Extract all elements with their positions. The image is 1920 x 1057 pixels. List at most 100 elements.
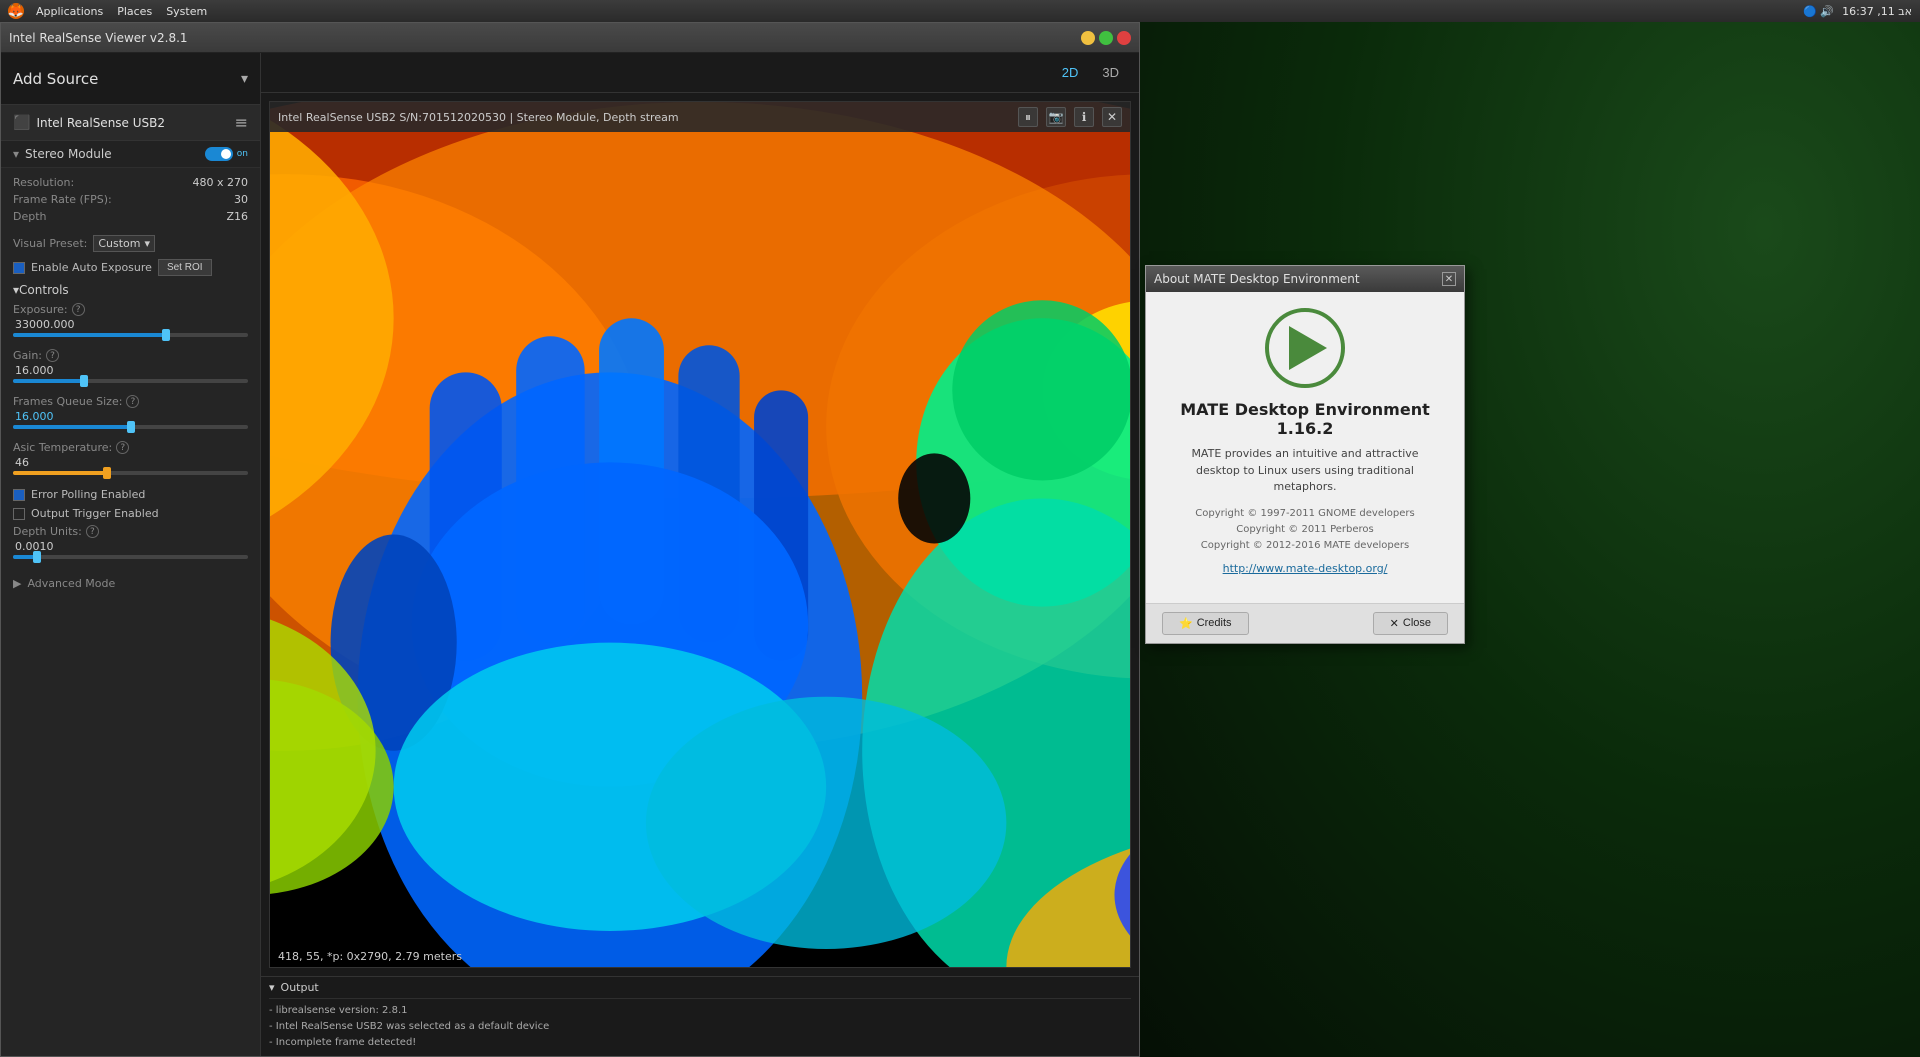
firefox-icon: 🦊	[8, 3, 24, 19]
exposure-thumb[interactable]	[162, 329, 170, 341]
exposure-help-button[interactable]: ?	[72, 303, 85, 316]
x-icon: ✕	[1390, 617, 1399, 630]
device-info: ⬛ Intel RealSense USB2	[13, 115, 165, 131]
stereo-toggle[interactable]	[205, 147, 233, 161]
chevron-down-icon: ▾	[241, 71, 248, 87]
stereo-properties: Resolution: 480 x 270 Frame Rate (FPS): …	[1, 168, 260, 231]
asic-temp-fill	[13, 471, 107, 475]
collapse-arrow-icon: ▾	[13, 147, 19, 161]
output-panel: ▾ Output - librealsense version: 2.8.1 -…	[261, 976, 1139, 1056]
3d-view-button[interactable]: 3D	[1094, 61, 1127, 84]
visual-preset-row: Visual Preset: Custom ▾	[1, 231, 260, 256]
output-header[interactable]: ▾ Output	[269, 977, 1131, 999]
about-dialog-titlebar: About MATE Desktop Environment ✕	[1146, 266, 1464, 292]
gain-slider[interactable]	[13, 379, 248, 383]
exposure-slider-group: Exposure: ? 33000.000	[1, 301, 260, 347]
copyright-line-3: Copyright © 2012-2016 MATE developers	[1162, 538, 1448, 554]
about-app-name: MATE Desktop Environment 1.16.2	[1162, 400, 1448, 438]
asic-temp-slider[interactable]	[13, 471, 248, 475]
frames-queue-label: Frames Queue Size:	[13, 395, 122, 408]
stereo-module-title-area: ▾ Stereo Module	[13, 147, 112, 161]
visual-preset-select[interactable]: Custom ▾	[93, 235, 155, 252]
minimize-button[interactable]	[1081, 31, 1095, 45]
asic-temp-help-button[interactable]: ?	[116, 441, 129, 454]
window-title: Intel RealSense Viewer v2.8.1	[9, 31, 188, 45]
close-dialog-label: Close	[1403, 617, 1431, 629]
gain-label: Gain:	[13, 349, 42, 362]
depth-units-help-button[interactable]: ?	[86, 525, 99, 538]
framerate-label: Frame Rate (FPS):	[13, 193, 112, 206]
close-dialog-button[interactable]: ✕ Close	[1373, 612, 1448, 635]
close-stream-button[interactable]: ✕	[1102, 107, 1122, 127]
asic-temp-label: Asic Temperature:	[13, 441, 112, 454]
about-dialog-title: About MATE Desktop Environment	[1154, 272, 1360, 286]
resolution-row: Resolution: 480 x 270	[13, 174, 248, 191]
output-line-2: - Intel RealSense USB2 was selected as a…	[269, 1019, 1131, 1035]
window-controls	[1081, 31, 1131, 45]
device-row: ⬛ Intel RealSense USB2 ≡	[1, 105, 260, 141]
visual-preset-label: Visual Preset:	[13, 237, 87, 250]
about-description: MATE provides an intuitive and attractiv…	[1162, 446, 1448, 496]
applications-menu[interactable]: Applications	[30, 3, 109, 20]
advanced-mode-row[interactable]: ▶ Advanced Mode	[1, 573, 260, 594]
output-lines: - librealsense version: 2.8.1 - Intel Re…	[269, 999, 1131, 1055]
device-menu-button[interactable]: ≡	[235, 113, 248, 132]
exposure-label: Exposure:	[13, 303, 68, 316]
viewer-area: 2D 3D Intel RealSense USB2 S/N:701512020…	[261, 53, 1139, 1056]
advanced-mode-label: Advanced Mode	[27, 577, 115, 590]
output-line-1: - librealsense version: 2.8.1	[269, 1003, 1131, 1019]
resolution-value: 480 x 270	[193, 176, 249, 189]
asic-temp-value: 46	[13, 456, 248, 469]
set-roi-button[interactable]: Set ROI	[158, 259, 212, 276]
places-menu[interactable]: Places	[111, 3, 158, 20]
about-copyright: Copyright © 1997-2011 GNOME developers C…	[1162, 506, 1448, 554]
close-button[interactable]	[1117, 31, 1131, 45]
output-label: Output	[281, 981, 319, 994]
frames-queue-label-row: Frames Queue Size: ?	[13, 395, 248, 408]
system-menu[interactable]: System	[160, 3, 213, 20]
stereo-module-header[interactable]: ▾ Stereo Module on	[1, 141, 260, 168]
mate-logo	[1265, 308, 1345, 388]
about-dialog-close-button[interactable]: ✕	[1442, 272, 1456, 286]
gain-thumb[interactable]	[80, 375, 88, 387]
info-button[interactable]: ℹ	[1074, 107, 1094, 127]
asic-temp-slider-group: Asic Temperature: ? 46	[1, 439, 260, 485]
gain-fill	[13, 379, 84, 383]
depth-units-thumb[interactable]	[33, 551, 41, 563]
depth-label: Depth	[13, 210, 47, 223]
error-polling-label: Error Polling Enabled	[31, 488, 145, 501]
frames-queue-thumb[interactable]	[127, 421, 135, 433]
framerate-row: Frame Rate (FPS): 30	[13, 191, 248, 208]
sidebar: Add Source ▾ ⬛ Intel RealSense USB2 ≡ ▾ …	[1, 53, 261, 1056]
exposure-slider[interactable]	[13, 333, 248, 337]
screenshot-button[interactable]: 📷	[1046, 107, 1066, 127]
auto-exposure-checkbox[interactable]	[13, 262, 25, 274]
maximize-button[interactable]	[1099, 31, 1113, 45]
credits-button[interactable]: ⭐ Credits	[1162, 612, 1249, 635]
error-polling-checkbox[interactable]	[13, 489, 25, 501]
taskbar-right: 🔵 🔊 16:37 ,11 אב	[1803, 5, 1912, 18]
add-source-header[interactable]: Add Source ▾	[1, 53, 260, 105]
main-window: Intel RealSense Viewer v2.8.1 Add Source…	[0, 22, 1140, 1057]
resolution-label: Resolution:	[13, 176, 74, 189]
asic-temp-thumb[interactable]	[103, 467, 111, 479]
controls-section: ▾ Controls Exposure: ? 33000.000	[1, 279, 260, 573]
cursor-position: 418, 55, *p: 0x2790, 2.79 meters	[278, 950, 462, 963]
depth-row: Depth Z16	[13, 208, 248, 225]
frames-queue-help-button[interactable]: ?	[126, 395, 139, 408]
about-website-link[interactable]: http://www.mate-desktop.org/	[1162, 562, 1448, 575]
controls-header[interactable]: ▾ Controls	[1, 279, 260, 301]
controls-label: Controls	[19, 283, 69, 297]
output-line-3: - Incomplete frame detected!	[269, 1035, 1131, 1051]
2d-view-button[interactable]: 2D	[1054, 61, 1087, 84]
gain-help-button[interactable]: ?	[46, 349, 59, 362]
depth-value: Z16	[226, 210, 248, 223]
frames-queue-slider[interactable]	[13, 425, 248, 429]
output-trigger-checkbox[interactable]	[13, 508, 25, 520]
depth-units-slider[interactable]	[13, 555, 248, 559]
pause-button[interactable]: ⏸	[1018, 107, 1038, 127]
stream-titlebar: Intel RealSense USB2 S/N:701512020530 | …	[270, 102, 1130, 132]
stream-panel: Intel RealSense USB2 S/N:701512020530 | …	[269, 101, 1131, 968]
taskbar: 🦊 Applications Places System 🔵 🔊 16:37 ,…	[0, 0, 1920, 22]
add-source-label: Add Source	[13, 70, 98, 88]
